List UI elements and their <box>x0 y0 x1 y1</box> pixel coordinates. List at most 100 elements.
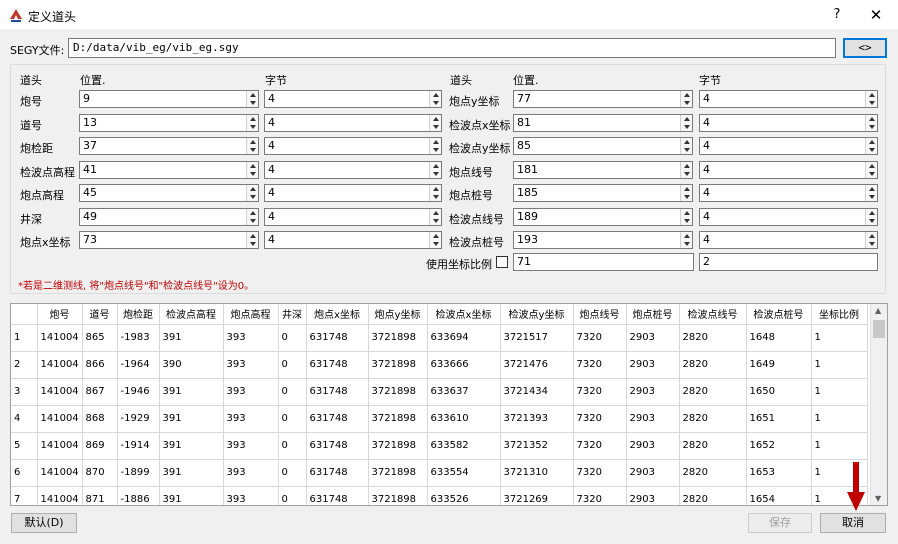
spin-arrows-icon[interactable] <box>680 209 692 225</box>
table-column-header[interactable]: 检波点桩号 <box>746 304 812 325</box>
right-position-spinbox[interactable]: 81 <box>513 114 693 132</box>
cancel-button[interactable]: 取消 <box>820 513 886 533</box>
table-cell[interactable]: 868 <box>82 405 118 433</box>
table-row[interactable]: 7 141004 871 -1886 391 393 0 631748 3721898 63352… <box>11 486 868 505</box>
table-row[interactable]: 6 141004 870 -1899 391 393 0 631748 3721898 63355… <box>11 459 868 487</box>
table-cell[interactable]: 869 <box>82 432 118 460</box>
spin-arrows-icon[interactable] <box>246 115 258 131</box>
table-cell[interactable]: -1983 <box>117 324 160 352</box>
use-scale-checkbox[interactable] <box>496 256 508 268</box>
right-bytes-spinbox[interactable]: 4 <box>699 184 878 202</box>
table-cell[interactable]: 141004 <box>37 351 83 379</box>
table-cell[interactable]: 2820 <box>679 405 747 433</box>
right-bytes-spinbox[interactable]: 4 <box>699 137 878 155</box>
table-cell[interactable]: 633582 <box>427 432 501 460</box>
spin-arrows-icon[interactable] <box>865 91 877 107</box>
table-cell[interactable]: 2820 <box>679 351 747 379</box>
right-bytes-spinbox[interactable]: 4 <box>699 208 878 226</box>
table-cell[interactable]: -1964 <box>117 351 160 379</box>
table-column-header[interactable]: 炮点y坐标 <box>368 304 428 325</box>
help-button[interactable]: ? <box>826 4 848 26</box>
table-cell[interactable]: 2820 <box>679 432 747 460</box>
table-cell[interactable]: 2903 <box>626 324 680 352</box>
right-bytes-spinbox[interactable]: 4 <box>699 161 878 179</box>
left-position-spinbox[interactable]: 13 <box>79 114 259 132</box>
table-cell[interactable]: 393 <box>223 459 279 487</box>
table-cell[interactable]: 866 <box>82 351 118 379</box>
table-column-header[interactable]: 炮检距 <box>117 304 160 325</box>
table-cell[interactable]: 0 <box>278 351 307 379</box>
table-cell[interactable]: 2903 <box>626 378 680 406</box>
table-cell[interactable]: 3721476 <box>500 351 574 379</box>
table-column-header[interactable]: 炮点x坐标 <box>306 304 369 325</box>
table-column-header[interactable]: 坐标比例 <box>811 304 868 325</box>
table-cell[interactable]: 391 <box>159 432 224 460</box>
table-cell[interactable]: 2820 <box>679 459 747 487</box>
table-cell[interactable]: 2903 <box>626 459 680 487</box>
table-cell[interactable]: 3721352 <box>500 432 574 460</box>
row-number[interactable]: 5 <box>11 432 38 460</box>
table-cell[interactable]: 1 <box>811 432 868 460</box>
spin-arrows-icon[interactable] <box>246 209 258 225</box>
left-bytes-spinbox[interactable]: 4 <box>264 231 442 249</box>
table-cell[interactable]: 1651 <box>746 405 812 433</box>
table-cell[interactable]: 393 <box>223 432 279 460</box>
table-cell[interactable]: 141004 <box>37 432 83 460</box>
table-cell[interactable]: 391 <box>159 324 224 352</box>
segy-path-input[interactable]: D:/data/vib_eg/vib_eg.sgy <box>68 38 836 58</box>
table-cell[interactable]: 1652 <box>746 432 812 460</box>
table-cell[interactable]: 3721898 <box>368 324 428 352</box>
table-cell[interactable]: 3721393 <box>500 405 574 433</box>
spin-arrows-icon[interactable] <box>865 209 877 225</box>
table-cell[interactable]: 631748 <box>306 324 369 352</box>
spin-arrows-icon[interactable] <box>680 185 692 201</box>
table-row[interactable]: 5 141004 869 -1914 391 393 0 631748 3721898 63358… <box>11 432 868 460</box>
right-position-spinbox[interactable]: 185 <box>513 184 693 202</box>
row-number[interactable]: 7 <box>11 486 38 505</box>
spin-arrows-icon[interactable] <box>680 232 692 248</box>
spin-arrows-icon[interactable] <box>246 232 258 248</box>
table-cell[interactable]: 391 <box>159 378 224 406</box>
table-column-header[interactable]: 检波点y坐标 <box>500 304 574 325</box>
right-position-spinbox[interactable]: 193 <box>513 231 693 249</box>
row-number[interactable]: 3 <box>11 378 38 406</box>
right-position-spinbox[interactable]: 189 <box>513 208 693 226</box>
table-cell[interactable]: -1899 <box>117 459 160 487</box>
table-cell[interactable]: -1914 <box>117 432 160 460</box>
table-column-header[interactable]: 检波点线号 <box>679 304 747 325</box>
table-cell[interactable]: 141004 <box>37 459 83 487</box>
table-cell[interactable]: 1649 <box>746 351 812 379</box>
table-cell[interactable]: 3721898 <box>368 405 428 433</box>
table-cell[interactable]: 3721898 <box>368 351 428 379</box>
table-column-header[interactable]: 检波点高程 <box>159 304 224 325</box>
table-cell[interactable]: 141004 <box>37 486 83 505</box>
table-cell[interactable]: -1929 <box>117 405 160 433</box>
table-cell[interactable]: 3721269 <box>500 486 574 505</box>
table-cell[interactable]: 3721434 <box>500 378 574 406</box>
spin-arrows-icon[interactable] <box>865 232 877 248</box>
left-position-spinbox[interactable]: 41 <box>79 161 259 179</box>
table-row[interactable]: 3 141004 867 -1946 391 393 0 631748 3721898 63363… <box>11 378 868 406</box>
spin-arrows-icon[interactable] <box>865 162 877 178</box>
table-cell[interactable]: 631748 <box>306 432 369 460</box>
table-cell[interactable]: 865 <box>82 324 118 352</box>
table-cell[interactable]: 631748 <box>306 405 369 433</box>
table-cell[interactable]: 631748 <box>306 351 369 379</box>
right-bytes-spinbox[interactable]: 4 <box>699 90 878 108</box>
left-position-spinbox[interactable]: 9 <box>79 90 259 108</box>
table-cell[interactable]: 633610 <box>427 405 501 433</box>
table-cell[interactable]: 631748 <box>306 486 369 505</box>
spin-arrows-icon[interactable] <box>429 209 441 225</box>
table-cell[interactable]: 631748 <box>306 378 369 406</box>
table-column-header[interactable]: 炮点线号 <box>573 304 627 325</box>
table-cell[interactable]: 2903 <box>626 432 680 460</box>
table-cell[interactable]: 7320 <box>573 324 627 352</box>
right-position-spinbox[interactable]: 181 <box>513 161 693 179</box>
left-bytes-spinbox[interactable]: 4 <box>264 184 442 202</box>
table-column-header[interactable]: 炮点高程 <box>223 304 279 325</box>
table-column-header[interactable]: 井深 <box>278 304 307 325</box>
table-cell[interactable]: 633666 <box>427 351 501 379</box>
table-cell[interactable]: 1648 <box>746 324 812 352</box>
table-cell[interactable]: 390 <box>159 351 224 379</box>
row-number[interactable]: 6 <box>11 459 38 487</box>
